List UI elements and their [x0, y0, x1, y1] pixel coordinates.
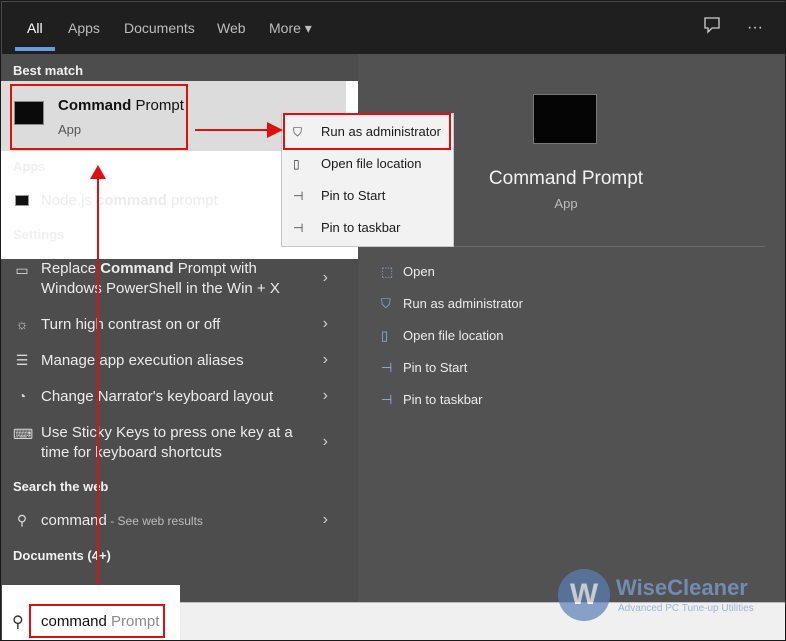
list-icon: ☰ — [15, 352, 29, 368]
action-pin-to-taskbar[interactable]: ⊣ Pin to taskbar — [381, 390, 483, 410]
best-match-label: Best match — [13, 63, 84, 78]
ellipsis-icon[interactable]: ··· — [743, 16, 767, 40]
context-menu-item-open-file-location[interactable]: ▯ Open file location — [293, 154, 421, 174]
list-item[interactable]: ☼ Turn high contrast on or off › — [1, 315, 356, 335]
list-item-label: Turn high contrast on or off — [41, 316, 221, 333]
feedback-icon[interactable] — [700, 16, 724, 40]
list-item-label: Use Sticky Keys to press one key at a ti… — [41, 424, 293, 461]
search-icon: ⚲ — [16, 512, 28, 528]
apps-section-label: Apps — [13, 159, 46, 174]
action-pin-to-start[interactable]: ⊣ Pin to Start — [381, 358, 467, 378]
list-item[interactable]: ⌨ Use Sticky Keys to press one key at a … — [1, 423, 356, 463]
arrow-up-icon — [90, 165, 106, 179]
watermark-title: WiseCleaner — [616, 575, 748, 600]
chevron-right-icon: › — [322, 511, 328, 528]
chevron-right-icon: › — [322, 351, 328, 368]
narrator-icon: ◔ — [17, 388, 27, 404]
chevron-right-icon: › — [322, 269, 328, 286]
folder-icon: ▯ — [293, 157, 300, 171]
start-menu-search-window: All Apps Documents Web More ▾ ··· Best m… — [0, 0, 786, 641]
run-as-admin-highlight-box — [283, 113, 451, 150]
watermark: W WiseCleaner Advanced PC Tune-up Utilit… — [558, 569, 773, 621]
search-web-label: Search the web — [13, 479, 109, 494]
context-menu-item-pin-to-start[interactable]: ⊣ Pin to Start — [293, 186, 385, 206]
top-tab-bar: All Apps Documents Web More ▾ ··· — [2, 2, 785, 54]
tab-documents[interactable]: Documents — [124, 2, 195, 54]
shield-icon: ⛉ — [381, 296, 391, 311]
sun-icon: ☼ — [15, 316, 29, 332]
keyboard-icon: ⌨ — [13, 426, 34, 442]
folder-icon: ▯ — [381, 328, 389, 343]
list-item[interactable]: ◔ Change Narrator's keyboard layout › — [1, 387, 356, 407]
pin-icon: ⊣ — [381, 392, 393, 407]
web-result-item[interactable]: ⚲ command - See web results › — [1, 511, 356, 531]
best-match-highlight-box — [10, 84, 188, 150]
action-run-as-admin[interactable]: ⛉ Run as administrator — [381, 294, 523, 314]
web-result-label: command - See web results — [41, 512, 203, 529]
list-item-label: Change Narrator's keyboard layout — [41, 388, 274, 405]
list-item-label: Node.js command prompt — [41, 192, 218, 209]
chevron-right-icon: › — [322, 433, 328, 450]
list-item-label: Manage app execution aliases — [41, 352, 244, 369]
list-item[interactable]: ▭ Replace Command Prompt with Windows Po… — [1, 259, 356, 299]
list-item-label: Replace Command Prompt with Windows Powe… — [41, 260, 280, 297]
settings-section-label: Settings — [13, 227, 65, 242]
pin-icon: ⊣ — [381, 360, 393, 375]
horizontal-arrow-shaft — [195, 129, 269, 131]
chevron-right-icon: › — [322, 387, 328, 404]
tab-more[interactable]: More ▾ — [269, 2, 312, 54]
active-tab-indicator — [15, 47, 55, 51]
pin-icon: ⊣ — [293, 221, 304, 235]
arrow-right-icon — [267, 122, 283, 138]
context-menu-item-pin-to-taskbar[interactable]: ⊣ Pin to taskbar — [293, 218, 401, 238]
display-icon: ▭ — [15, 262, 29, 278]
watermark-subtitle: Advanced PC Tune-up Utilities — [618, 603, 754, 614]
search-highlight-box — [29, 604, 165, 638]
command-prompt-large-icon — [533, 94, 597, 144]
app-icon — [13, 192, 31, 210]
vertical-arrow-shaft — [97, 173, 99, 585]
list-item[interactable]: ☰ Manage app execution aliases › — [1, 351, 356, 371]
chevron-right-icon: › — [322, 315, 328, 332]
pin-icon: ⊣ — [293, 189, 304, 203]
open-icon: ⬚ — [381, 264, 394, 279]
action-open-file-location[interactable]: ▯ Open file location — [381, 326, 503, 346]
tab-web[interactable]: Web — [217, 2, 246, 54]
wisecleaner-logo: W — [558, 569, 610, 621]
search-icon: ⚲ — [12, 614, 24, 631]
tab-apps[interactable]: Apps — [68, 2, 100, 54]
action-open[interactable]: ⬚ Open — [381, 262, 435, 282]
